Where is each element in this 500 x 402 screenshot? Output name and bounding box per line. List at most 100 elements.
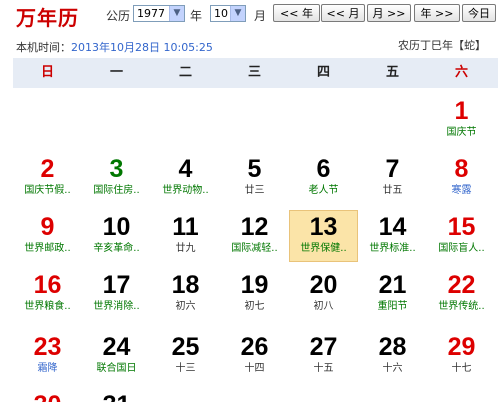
day-cell[interactable]: 3 国际住房..: [82, 155, 151, 211]
app-title: 万年历: [16, 6, 79, 30]
day-cell[interactable]: 1 国庆节: [427, 97, 496, 153]
day-number: 30: [13, 391, 82, 402]
day-cell[interactable]: 5 廿三: [220, 155, 289, 211]
day-note: 世界动物..: [162, 185, 209, 196]
day-note: 霜降: [37, 363, 58, 374]
prev-month-button[interactable]: << 月: [321, 4, 365, 22]
day-cell[interactable]: 31: [82, 391, 151, 402]
day-number: 6: [316, 155, 331, 183]
day-cell[interactable]: 18 初六: [151, 271, 220, 327]
day-number: 27: [309, 333, 338, 361]
prev-year-button[interactable]: << 年: [273, 4, 320, 22]
day-cell[interactable]: 29 十七: [427, 333, 496, 389]
day-number: 1: [454, 97, 469, 125]
day-note: 廿三: [244, 185, 265, 196]
month-select-value: 10: [214, 7, 228, 20]
day-note: 世界传统..: [438, 301, 485, 312]
day-cell[interactable]: 27 十五: [289, 333, 358, 389]
day-number: 9: [40, 213, 55, 241]
weekday-thu: 四: [316, 65, 330, 80]
weekday-fri: 五: [385, 65, 399, 80]
day-cell[interactable]: 17 世界消除..: [82, 271, 151, 327]
system-time-label: 本机时间：: [16, 41, 71, 54]
day-cell[interactable]: 6 老人节: [289, 155, 358, 211]
chevron-down-icon[interactable]: ▼: [230, 6, 245, 21]
day-number: 10: [102, 213, 131, 241]
day-cell[interactable]: 22 世界传统..: [427, 271, 496, 327]
day-number: 11: [172, 213, 199, 241]
day-cell[interactable]: 4 世界动物..: [151, 155, 220, 211]
day-cell[interactable]: 10 辛亥革命..: [82, 213, 151, 269]
day-note: 重阳节: [377, 301, 408, 312]
day-number: 28: [378, 333, 407, 361]
chevron-down-icon[interactable]: ▼: [169, 6, 184, 21]
day-note: 国际盲人..: [438, 243, 485, 254]
day-note: 国庆节: [446, 127, 477, 138]
day-cell[interactable]: 14 世界标准..: [358, 213, 427, 269]
weekday-mon: 一: [109, 65, 123, 80]
day-cell[interactable]: 9 世界邮政..: [13, 213, 82, 269]
day-note: 廿五: [382, 185, 403, 196]
day-number: 20: [309, 271, 338, 299]
day-note: 世界标准..: [369, 243, 416, 254]
day-cell[interactable]: 25 十三: [151, 333, 220, 389]
day-number: 21: [378, 271, 407, 299]
day-cell[interactable]: 16 世界粮食..: [13, 271, 82, 327]
day-cell[interactable]: 12 国际减轻..: [220, 213, 289, 269]
today-button[interactable]: 今日: [462, 4, 496, 22]
day-cell[interactable]: 7 廿五: [358, 155, 427, 211]
day-note: 辛亥革命..: [93, 243, 140, 254]
next-month-button[interactable]: 月 >>: [367, 4, 411, 22]
day-note: 世界消除..: [93, 301, 140, 312]
year-select[interactable]: 1977 ▼: [133, 5, 185, 22]
day-number: 14: [378, 213, 407, 241]
day-number: 5: [247, 155, 262, 183]
day-cell[interactable]: 8 寒露: [427, 155, 496, 211]
year-select-value: 1977: [137, 7, 165, 20]
day-cell[interactable]: 28 十六: [358, 333, 427, 389]
day-number: 12: [240, 213, 269, 241]
day-cell[interactable]: 19 初七: [220, 271, 289, 327]
day-number: 15: [447, 213, 476, 241]
day-cell[interactable]: 24 联合国日: [82, 333, 151, 389]
day-cell[interactable]: 20 初八: [289, 271, 358, 327]
day-cell[interactable]: 23 霜降: [13, 333, 82, 389]
day-number: 4: [178, 155, 193, 183]
day-number: 22: [447, 271, 476, 299]
weekday-wed: 三: [247, 65, 261, 80]
day-number: 3: [109, 155, 124, 183]
weekday-header: 日 一 二 三 四 五 六: [13, 58, 498, 88]
day-number: 24: [102, 333, 131, 361]
day-note: 十七: [451, 363, 472, 374]
day-note: 廿九: [175, 243, 196, 254]
day-number: 17: [102, 271, 131, 299]
day-number: 8: [454, 155, 469, 183]
day-number: 23: [33, 333, 62, 361]
day-number: 19: [240, 271, 269, 299]
day-cell[interactable]: 26 十四: [220, 333, 289, 389]
day-cell[interactable]: 11 廿九: [151, 213, 220, 269]
toolbar: 万年历 公历 1977 ▼ 年 10 ▼ 月 << 年 << 月 月 >> 年 …: [0, 0, 500, 30]
day-number: 31: [82, 391, 151, 402]
day-number: 18: [171, 271, 200, 299]
day-number: 29: [447, 333, 476, 361]
day-cell[interactable]: 21 重阳节: [358, 271, 427, 327]
day-note: 世界邮政..: [24, 243, 71, 254]
day-cell[interactable]: 15 国际盲人..: [427, 213, 496, 269]
day-note: 十三: [175, 363, 196, 374]
day-note: 世界粮食..: [24, 301, 71, 312]
weekday-tue: 二: [178, 65, 192, 80]
day-number: 2: [40, 155, 55, 183]
day-number: 13: [309, 213, 338, 241]
day-number: 26: [240, 333, 269, 361]
day-note: 国际住房..: [93, 185, 140, 196]
day-cell[interactable]: 30: [13, 391, 82, 402]
month-select[interactable]: 10 ▼: [210, 5, 246, 22]
weekday-sun: 日: [40, 65, 54, 80]
day-note: 老人节: [308, 185, 339, 196]
calendar-type-label: 公历: [106, 9, 131, 23]
day-note: 初七: [244, 301, 265, 312]
day-cell[interactable]: 2 国庆节假..: [13, 155, 82, 211]
next-year-button[interactable]: 年 >>: [414, 4, 460, 22]
day-cell-today[interactable]: 13 世界保健..: [289, 210, 358, 262]
